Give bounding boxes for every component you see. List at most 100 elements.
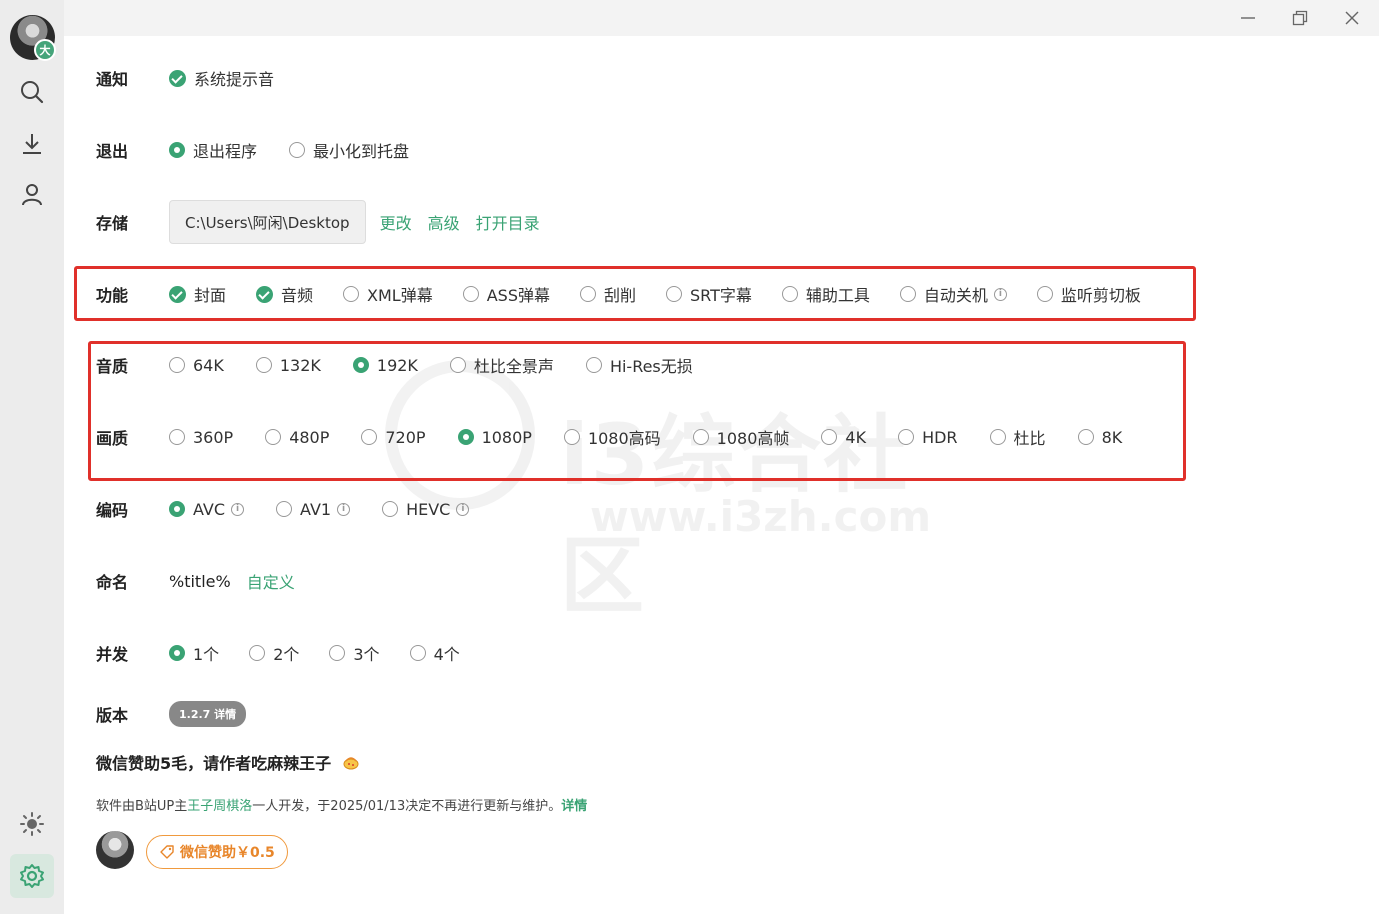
system-sound-checkbox[interactable]: 系统提示音 bbox=[169, 66, 274, 90]
change-path-link[interactable]: 更改 bbox=[380, 210, 412, 234]
codec-row: 编码 AVC i AV1 i HEVC i bbox=[96, 494, 495, 524]
avatar-badge: 大 bbox=[34, 39, 56, 61]
version-label: 版本 bbox=[96, 706, 129, 725]
audio-192k-radio[interactable]: 192K bbox=[352, 355, 418, 375]
video-4k-text: 4K bbox=[845, 427, 867, 447]
video-720p-radio[interactable]: 720P bbox=[361, 427, 426, 447]
feature-ass-danmaku-checkbox[interactable]: ASS弹幕 bbox=[462, 282, 550, 306]
feature-ass-text: ASS弹幕 bbox=[486, 286, 550, 305]
restore-icon[interactable] bbox=[1284, 6, 1316, 30]
codec-av1-text: AV1 bbox=[300, 499, 332, 519]
donate-button-label: 微信赞助￥0.5 bbox=[180, 845, 275, 861]
video-4k-radio[interactable]: 4K bbox=[821, 428, 866, 447]
video-360p-radio[interactable]: 360P bbox=[169, 428, 233, 447]
storage-row: 存储 C:\Users\阿闲\Desktop 更改 高级 打开目录 bbox=[96, 200, 556, 244]
feature-clipboard-checkbox[interactable]: 监听剪切板 bbox=[1036, 282, 1141, 306]
info-icon[interactable]: i bbox=[337, 502, 351, 516]
feature-cover-text: 封面 bbox=[194, 286, 227, 305]
exit-label: 退出 bbox=[96, 142, 129, 161]
donate-text: 微信赞助5毛，请作者吃麻辣王子 bbox=[96, 754, 332, 773]
feature-audio-checkbox[interactable]: 音频 bbox=[256, 282, 313, 306]
title-bar bbox=[64, 0, 1379, 36]
search-icon[interactable] bbox=[16, 76, 48, 108]
feature-auto-shutdown-checkbox[interactable]: 自动关机 i bbox=[899, 282, 1007, 306]
info-icon[interactable]: i bbox=[456, 502, 470, 516]
notify-row: 通知 系统提示音 bbox=[96, 63, 300, 93]
features-label: 功能 bbox=[96, 286, 129, 305]
author-link[interactable]: 王子周棋洛 bbox=[187, 799, 252, 814]
feature-tools-text: 辅助工具 bbox=[805, 286, 870, 305]
video-dolby-radio[interactable]: 杜比 bbox=[989, 425, 1046, 449]
video-720p-text: 720P bbox=[385, 427, 426, 447]
feature-scrape-checkbox[interactable]: 刮削 bbox=[579, 282, 636, 306]
concurrency-4-radio[interactable]: 4个 bbox=[409, 641, 460, 665]
notify-label: 通知 bbox=[96, 70, 129, 89]
advanced-link[interactable]: 高级 bbox=[428, 210, 460, 234]
feature-shutdown-text: 自动关机 bbox=[923, 286, 988, 305]
audio-192k-text: 192K bbox=[376, 355, 418, 375]
user-icon[interactable] bbox=[16, 178, 48, 210]
feature-clipboard-text: 监听剪切板 bbox=[1060, 286, 1141, 305]
audio-hires-radio[interactable]: Hi-Res无损 bbox=[585, 353, 693, 377]
custom-naming-link[interactable]: 自定义 bbox=[247, 569, 295, 593]
system-sound-text: 系统提示音 bbox=[194, 70, 275, 89]
check-icon bbox=[169, 69, 186, 87]
exit-program-radio[interactable]: 退出程序 bbox=[169, 138, 257, 162]
details-link[interactable]: 详情 bbox=[561, 799, 587, 814]
concurrency-2-text: 2个 bbox=[273, 645, 300, 664]
concurrency-3-radio[interactable]: 3个 bbox=[329, 641, 380, 665]
audio-64k-radio[interactable]: 64K bbox=[169, 356, 224, 375]
video-8k-radio[interactable]: 8K bbox=[1077, 428, 1122, 447]
video-360p-text: 360P bbox=[193, 427, 234, 447]
info-icon[interactable]: i bbox=[993, 287, 1007, 301]
video-hdr-radio[interactable]: HDR bbox=[898, 428, 958, 447]
sidebar: 大 bbox=[0, 0, 64, 914]
video-1080-highfps-radio[interactable]: 1080高帧 bbox=[692, 425, 790, 449]
close-icon[interactable] bbox=[1336, 6, 1368, 30]
settings-icon[interactable] bbox=[10, 854, 54, 898]
feature-xml-danmaku-checkbox[interactable]: XML弹幕 bbox=[343, 282, 433, 306]
storage-path-field[interactable]: C:\Users\阿闲\Desktop bbox=[169, 200, 366, 244]
codec-label: 编码 bbox=[96, 501, 129, 520]
video-1080-highfps-text: 1080高帧 bbox=[716, 429, 790, 448]
codec-hevc-text: HEVC bbox=[406, 499, 451, 519]
audio-dolby-atmos-radio[interactable]: 杜比全景声 bbox=[449, 353, 554, 377]
video-480p-radio[interactable]: 480P bbox=[265, 428, 329, 447]
minimize-tray-radio[interactable]: 最小化到托盘 bbox=[289, 138, 409, 162]
feature-srt-text: SRT字幕 bbox=[690, 286, 752, 305]
feature-cover-checkbox[interactable]: 封面 bbox=[169, 282, 226, 306]
watermark-url: www.i3zh.com bbox=[590, 492, 932, 541]
concurrency-row: 并发 1个 2个 3个 4个 bbox=[96, 638, 486, 668]
food-icon bbox=[341, 753, 361, 777]
download-icon[interactable] bbox=[16, 128, 48, 160]
developer-note: 软件由B站UP主王子周棋洛一人开发，于2025/01/13决定不再进行更新与维护… bbox=[96, 795, 587, 814]
video-480p-text: 480P bbox=[289, 427, 330, 447]
theme-icon[interactable] bbox=[16, 808, 48, 840]
video-quality-label: 画质 bbox=[96, 429, 129, 448]
feature-tools-checkbox[interactable]: 辅助工具 bbox=[781, 282, 870, 306]
naming-label: 命名 bbox=[96, 573, 129, 592]
tag-icon bbox=[159, 844, 175, 860]
concurrency-1-radio[interactable]: 1个 bbox=[169, 641, 219, 665]
naming-template: %title% bbox=[169, 571, 231, 591]
video-1080p-text: 1080P bbox=[481, 427, 532, 447]
feature-srt-checkbox[interactable]: SRT字幕 bbox=[666, 282, 752, 306]
version-badge[interactable]: 1.2.7 详情 bbox=[169, 701, 247, 727]
concurrency-3-text: 3个 bbox=[353, 645, 380, 664]
codec-av1-radio[interactable]: AV1 i bbox=[276, 499, 351, 519]
info-icon[interactable]: i bbox=[231, 502, 245, 516]
storage-label: 存储 bbox=[96, 214, 129, 233]
video-1080-highbit-text: 1080高码 bbox=[587, 429, 661, 448]
video-dolby-text: 杜比 bbox=[1013, 429, 1046, 448]
codec-avc-radio[interactable]: AVC i bbox=[169, 500, 245, 519]
wechat-donate-button[interactable]: 微信赞助￥0.5 bbox=[146, 835, 288, 869]
minimize-icon[interactable] bbox=[1232, 6, 1264, 30]
concurrency-2-radio[interactable]: 2个 bbox=[249, 641, 299, 665]
video-1080-highbit-radio[interactable]: 1080高码 bbox=[563, 425, 661, 449]
minimize-tray-text: 最小化到托盘 bbox=[313, 142, 410, 161]
open-directory-link[interactable]: 打开目录 bbox=[476, 210, 540, 234]
video-1080p-radio[interactable]: 1080P bbox=[457, 427, 532, 447]
feature-scrape-text: 刮削 bbox=[603, 286, 636, 305]
audio-132k-radio[interactable]: 132K bbox=[255, 356, 321, 375]
codec-hevc-radio[interactable]: HEVC i bbox=[382, 499, 470, 519]
